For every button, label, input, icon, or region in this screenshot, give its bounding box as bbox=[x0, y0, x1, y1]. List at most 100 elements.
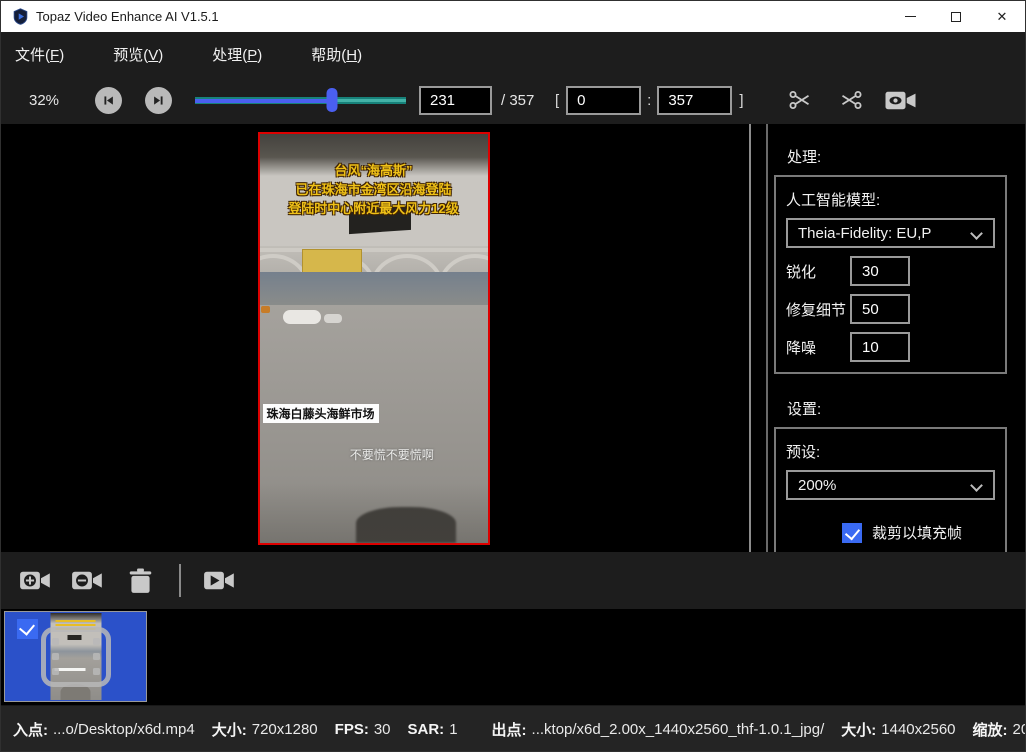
preset-select[interactable]: 200% bbox=[786, 470, 995, 500]
skip-to-end-button[interactable] bbox=[145, 87, 172, 114]
menu-bar: 文件(F) 预览(V) 处理(P) 帮助(H) bbox=[1, 32, 1025, 76]
current-frame-input[interactable] bbox=[419, 86, 492, 115]
remove-video-button[interactable] bbox=[71, 568, 104, 593]
settings-group: 预设: 200% 裁剪以填充帧 bbox=[774, 427, 1007, 552]
title-bar: Topaz Video Enhance AI V1.5.1 ✕ bbox=[1, 1, 1025, 32]
total-frames-label: / 357 bbox=[501, 92, 543, 109]
window-title: Topaz Video Enhance AI V1.5.1 bbox=[36, 9, 219, 24]
chevron-down-icon bbox=[970, 479, 983, 492]
range-end-input[interactable] bbox=[657, 86, 732, 115]
input-size-label: 大小: bbox=[212, 719, 247, 740]
processing-header: 处理: bbox=[774, 146, 1007, 167]
preview-zoom-level: 32% bbox=[29, 92, 65, 109]
skip-to-start-icon bbox=[101, 93, 116, 108]
remove-video-icon bbox=[71, 568, 104, 593]
scene-submerged-car-2 bbox=[324, 314, 342, 323]
menu-file[interactable]: 文件(F) bbox=[15, 40, 64, 69]
menu-help[interactable]: 帮助(H) bbox=[311, 40, 362, 69]
clip-strip bbox=[1, 609, 1025, 705]
clip-thumbnail[interactable] bbox=[4, 611, 147, 702]
preset-value: 200% bbox=[798, 477, 836, 494]
processing-group: 人工智能模型: Theia-Fidelity: EU,P 锐化 修复细节 降噪 bbox=[774, 175, 1007, 374]
fps-value: 30 bbox=[374, 721, 391, 738]
window-controls: ✕ bbox=[887, 1, 1025, 32]
settings-panel: 处理: 人工智能模型: Theia-Fidelity: EU,P 锐化 修复细节… bbox=[766, 124, 1025, 552]
scene-submerged-car bbox=[283, 310, 321, 324]
main-area: 台风“海高斯” 已在珠海市金湾区沿海登陆 登陆时中心附近最大风力12级 珠海白藤… bbox=[1, 124, 1025, 552]
timeline-progress bbox=[195, 99, 332, 103]
toolbar-divider bbox=[179, 564, 181, 597]
add-video-button[interactable] bbox=[19, 568, 52, 593]
in-point-label: 入点: bbox=[13, 719, 48, 740]
scale-value: 200% bbox=[1013, 721, 1025, 738]
timeline-toolbar: 32% / 357 [ : ] bbox=[1, 76, 1025, 124]
split-clip-button[interactable] bbox=[836, 88, 867, 112]
menu-preview[interactable]: 预览(V) bbox=[113, 40, 163, 69]
app-window: Topaz Video Enhance AI V1.5.1 ✕ 文件(F) 预览… bbox=[0, 0, 1026, 752]
film-frame-icon bbox=[40, 626, 112, 688]
fps-label: FPS: bbox=[335, 721, 369, 738]
out-point-value: ...ktop/x6d_2.00x_1440x2560_thf-1.0.1_jp… bbox=[532, 721, 825, 738]
process-video-button[interactable] bbox=[203, 568, 236, 593]
menu-process[interactable]: 处理(P) bbox=[212, 40, 262, 69]
status-bar: 入点: ...o/Desktop/x6d.mp4 大小: 720x1280 FP… bbox=[1, 705, 1025, 752]
restore-detail-label: 修复细节 bbox=[786, 299, 850, 320]
out-point-label: 出点: bbox=[492, 719, 527, 740]
maximize-button[interactable] bbox=[933, 1, 979, 32]
trim-start-button[interactable] bbox=[784, 88, 815, 112]
video-subtitle: 不要慌不要慌啊 bbox=[350, 446, 434, 463]
close-icon: ✕ bbox=[997, 10, 1008, 23]
sar-label: SAR: bbox=[408, 721, 445, 738]
scene-billboard bbox=[302, 249, 362, 274]
ai-model-select[interactable]: Theia-Fidelity: EU,P bbox=[786, 218, 995, 248]
chevron-down-icon bbox=[970, 227, 983, 240]
trash-icon bbox=[128, 567, 153, 595]
ai-model-label: 人工智能模型: bbox=[786, 189, 995, 210]
preview-camera-icon bbox=[884, 88, 917, 113]
preview-viewport: 台风“海高斯” 已在珠海市金湾区沿海登陆 登陆时中心附近最大风力12级 珠海白藤… bbox=[1, 124, 766, 552]
range-separator: : bbox=[647, 92, 651, 109]
sharpen-input[interactable] bbox=[850, 256, 910, 286]
scissors-cut-icon bbox=[784, 88, 815, 112]
crop-to-fill-label: 裁剪以填充帧 bbox=[872, 522, 962, 543]
process-video-icon bbox=[203, 568, 236, 593]
skip-to-end-icon bbox=[151, 93, 166, 108]
settings-header: 设置: bbox=[774, 398, 1007, 419]
crop-to-fill-checkbox[interactable] bbox=[842, 523, 862, 543]
in-point-value: ...o/Desktop/x6d.mp4 bbox=[53, 721, 195, 738]
video-headline-text: 台风“海高斯” 已在珠海市金湾区沿海登陆 登陆时中心附近最大风力12级 bbox=[260, 161, 488, 218]
sharpen-label: 锐化 bbox=[786, 261, 850, 282]
restore-detail-input[interactable] bbox=[850, 294, 910, 324]
preview-button[interactable] bbox=[884, 88, 917, 113]
maximize-icon bbox=[951, 12, 961, 22]
clip-selected-checkbox[interactable] bbox=[17, 619, 38, 639]
range-bracket-close: ] bbox=[739, 92, 743, 109]
denoise-input[interactable] bbox=[850, 332, 910, 362]
video-preview[interactable]: 台风“海高斯” 已在珠海市金湾区沿海登陆 登陆时中心附近最大风力12级 珠海白藤… bbox=[258, 132, 490, 545]
skip-to-start-button[interactable] bbox=[95, 87, 122, 114]
minimize-button[interactable] bbox=[887, 1, 933, 32]
timeline-remaining bbox=[332, 99, 406, 102]
range-start-input[interactable] bbox=[566, 86, 641, 115]
add-video-icon bbox=[19, 568, 52, 593]
timeline-slider[interactable] bbox=[195, 87, 406, 113]
scene-debris bbox=[261, 306, 270, 313]
scissors-split-icon bbox=[836, 88, 867, 112]
timeline-handle[interactable] bbox=[326, 88, 337, 112]
panel-splitter bbox=[749, 124, 751, 552]
clip-toolbar bbox=[1, 552, 1025, 609]
input-size-value: 720x1280 bbox=[252, 721, 318, 738]
ai-model-value: Theia-Fidelity: EU,P bbox=[798, 225, 931, 242]
app-logo-icon bbox=[12, 8, 29, 25]
preset-label: 预设: bbox=[786, 441, 995, 462]
sar-value: 1 bbox=[449, 721, 457, 738]
output-size-label: 大小: bbox=[841, 719, 876, 740]
denoise-label: 降噪 bbox=[786, 337, 850, 358]
video-location-label: 珠海白藤头海鲜市场 bbox=[263, 404, 379, 423]
close-button[interactable]: ✕ bbox=[979, 1, 1025, 32]
range-bracket-open: [ bbox=[555, 92, 559, 109]
output-size-value: 1440x2560 bbox=[881, 721, 955, 738]
minimize-icon bbox=[905, 16, 916, 17]
delete-clip-button[interactable] bbox=[128, 567, 153, 595]
scale-label: 缩放: bbox=[973, 719, 1008, 740]
